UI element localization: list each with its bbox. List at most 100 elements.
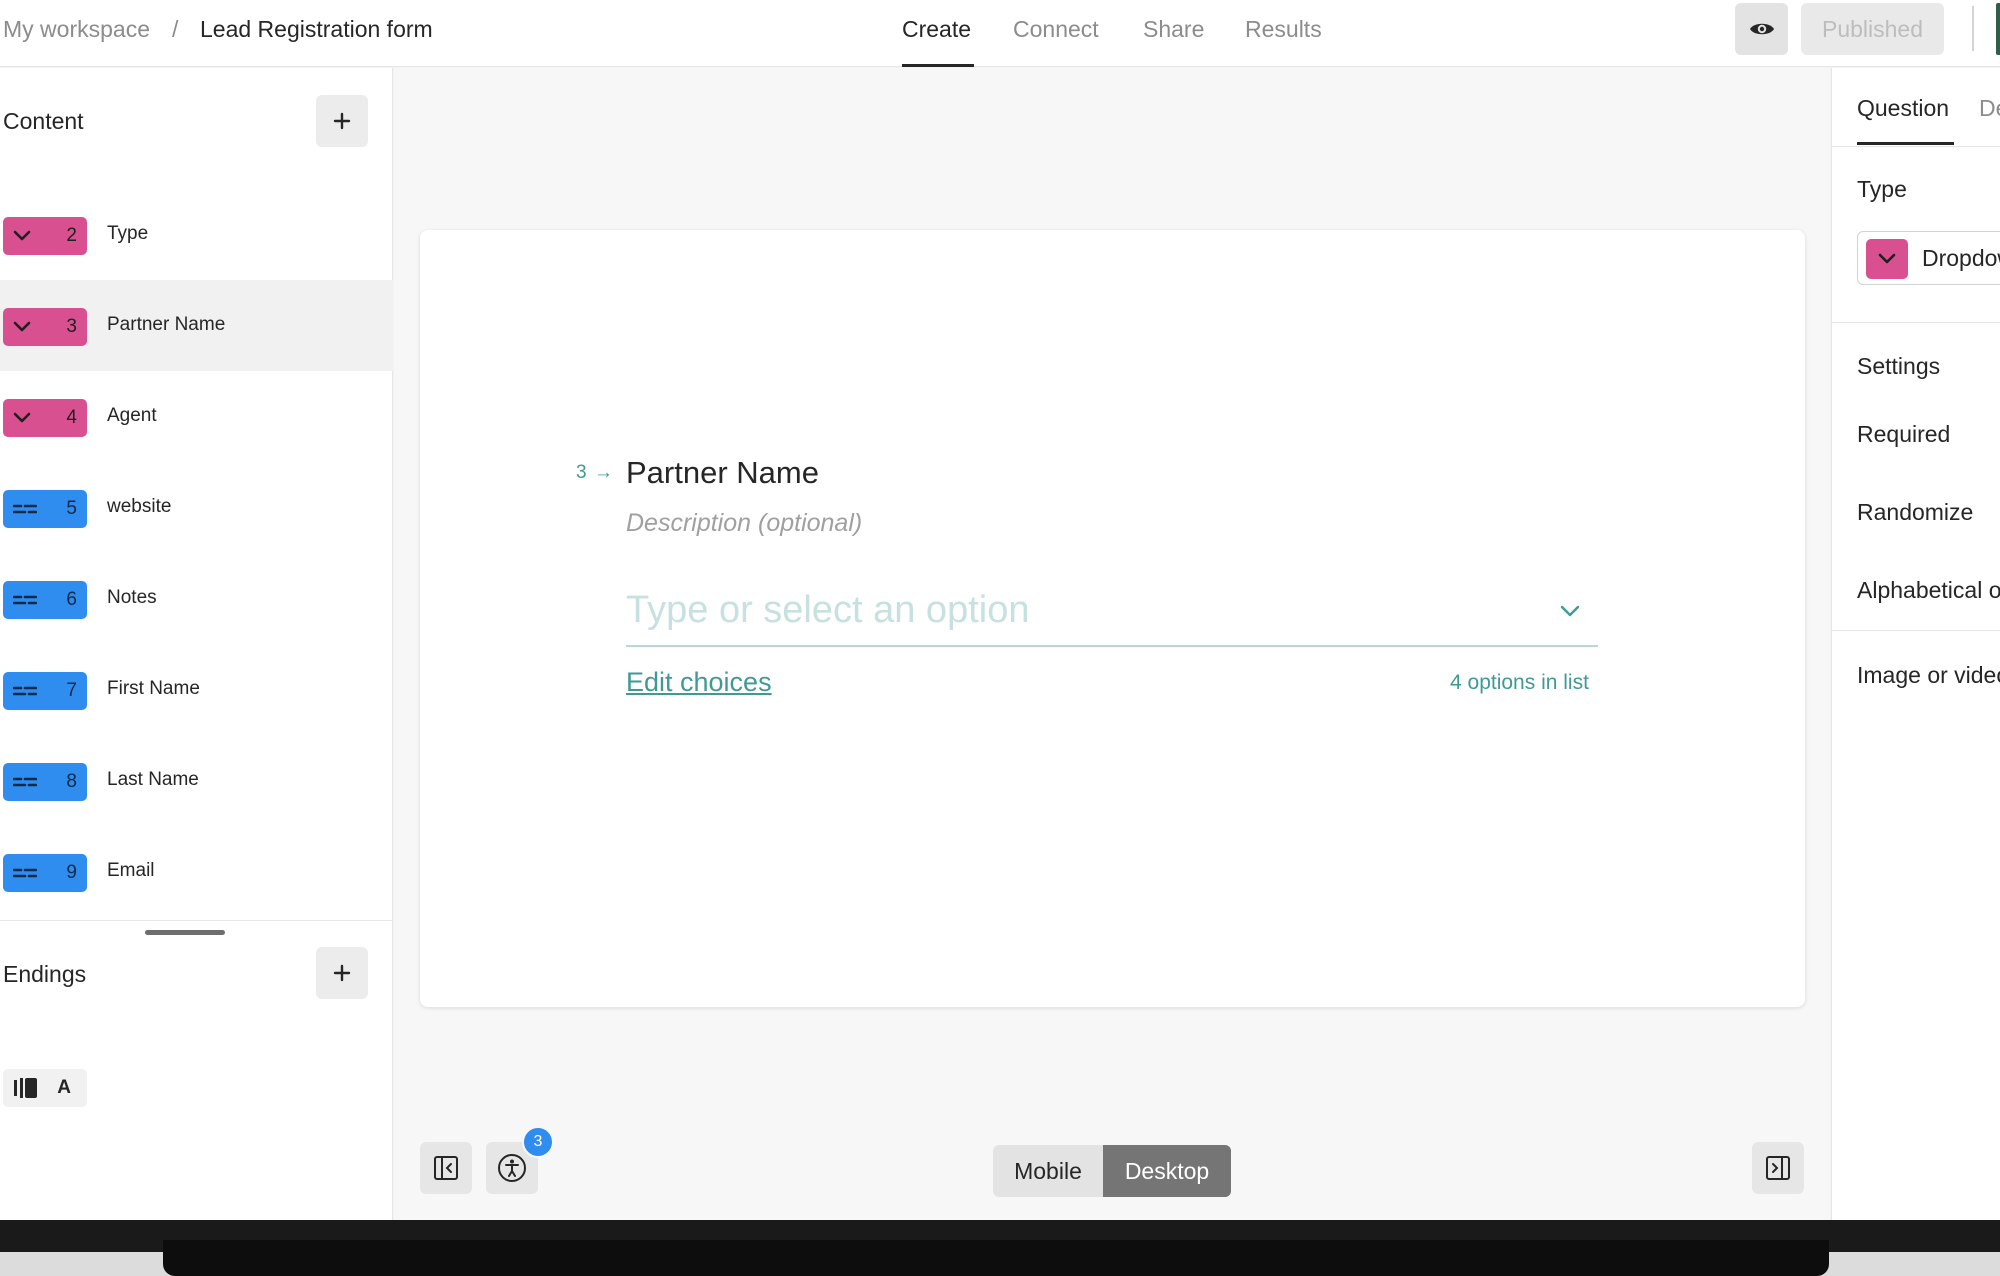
add-content-button[interactable] <box>316 95 368 147</box>
tab-create[interactable]: Create <box>902 16 971 43</box>
arrow-right-icon: → <box>594 462 613 483</box>
dropdown-chevron-icon <box>13 412 31 423</box>
published-button[interactable]: Published <box>1801 3 1944 55</box>
list-item[interactable]: 2 Type <box>0 189 393 280</box>
question-type-badge: 8 <box>3 763 87 801</box>
question-type-badge: 2 <box>3 217 87 255</box>
laptop-hinge <box>163 1240 1829 1276</box>
top-bar: My workspace / Lead Registration form Cr… <box>0 0 2000 67</box>
active-tab-indicator <box>1857 142 1954 145</box>
plus-icon <box>333 112 351 130</box>
dropdown-placeholder: Type or select an option <box>626 589 1030 631</box>
question-type-badge: 7 <box>3 672 87 710</box>
ending-item[interactable]: A <box>3 1069 87 1107</box>
question-number: 2 <box>66 225 77 246</box>
endings-title: Endings <box>3 961 87 987</box>
setting-alphabetical-order[interactable]: Alphabetical order <box>1857 577 2000 604</box>
toolbar-divider <box>1972 6 1974 51</box>
question-number: 9 <box>66 862 77 883</box>
dropdown-chevron-icon <box>13 321 31 332</box>
notification-badge: 3 <box>522 1126 554 1158</box>
add-ending-button[interactable] <box>316 947 368 999</box>
collapse-right-panel-button[interactable] <box>1752 1142 1804 1194</box>
question-label: Agent <box>107 405 157 426</box>
dropdown-answer-input[interactable]: Type or select an option <box>626 587 1598 647</box>
setting-randomize[interactable]: Randomize <box>1857 499 1973 526</box>
list-item[interactable]: 4 Agent <box>0 371 393 462</box>
tab-share[interactable]: Share <box>1143 16 1204 43</box>
list-item[interactable]: 6 Notes <box>0 553 393 644</box>
question-label: Type <box>107 223 149 244</box>
list-item[interactable]: 7 First Name <box>0 644 393 735</box>
panel-divider <box>1832 146 2000 147</box>
question-description[interactable]: Description (optional) <box>626 509 862 538</box>
question-number: 5 <box>66 498 77 519</box>
list-item[interactable]: 5 website <box>0 462 393 553</box>
tab-design[interactable]: Design <box>1979 95 2000 122</box>
question-type-badge: 3 <box>3 308 87 346</box>
question-number-indicator: 3 <box>576 462 587 483</box>
collapse-left-panel-button[interactable] <box>420 1142 472 1194</box>
panel-divider <box>1832 322 2000 323</box>
question-type-badge: 9 <box>3 854 87 892</box>
question-number: 8 <box>66 771 77 792</box>
preview-button[interactable] <box>1735 3 1788 55</box>
ending-screen-icon <box>14 1078 37 1098</box>
list-item[interactable]: 8 Last Name <box>0 735 393 826</box>
tab-results[interactable]: Results <box>1245 16 1322 43</box>
collapse-left-panel-icon <box>434 1156 458 1180</box>
question-label: Last Name <box>107 769 199 790</box>
question-settings-panel: Question Design Type Dropdown Settings R… <box>1831 68 2000 1220</box>
panel-divider <box>1832 630 2000 631</box>
short-text-icon <box>13 595 37 605</box>
question-label: website <box>107 496 172 517</box>
image-or-video-label[interactable]: Image or video <box>1857 662 2000 689</box>
edit-choices-link[interactable]: Edit choices <box>626 667 772 698</box>
dropdown-chevron-icon <box>1878 253 1896 264</box>
short-text-icon <box>13 686 37 696</box>
question-number: 3 <box>66 316 77 337</box>
question-label: Email <box>107 860 155 881</box>
short-text-icon <box>13 504 37 514</box>
question-number: 6 <box>66 589 77 610</box>
list-item[interactable]: 9 Email <box>0 826 393 917</box>
question-label: Notes <box>107 587 157 608</box>
sidebar-divider <box>0 920 393 921</box>
breadcrumb-separator: / <box>172 16 179 42</box>
question-type-select[interactable]: Dropdown <box>1857 231 2000 285</box>
account-button-edge[interactable] <box>1996 3 2000 55</box>
tab-connect[interactable]: Connect <box>1013 16 1099 43</box>
question-type-badge: 6 <box>3 581 87 619</box>
desktop-view-button[interactable]: Desktop <box>1103 1145 1231 1197</box>
mobile-view-button[interactable]: Mobile <box>993 1145 1103 1197</box>
short-text-icon <box>13 777 37 787</box>
content-title: Content <box>3 108 84 134</box>
resize-handle[interactable] <box>145 930 225 935</box>
question-label: Partner Name <box>107 314 226 335</box>
active-tab-indicator <box>902 64 974 67</box>
type-label: Type <box>1857 176 1907 202</box>
breadcrumb-workspace[interactable]: My workspace <box>3 16 150 43</box>
question-number: 4 <box>66 407 77 428</box>
question-type-badge <box>1866 239 1908 279</box>
collapse-right-panel-icon <box>1766 1156 1790 1180</box>
settings-label: Settings <box>1857 353 1941 379</box>
breadcrumb-form-name[interactable]: Lead Registration form <box>200 16 433 43</box>
tab-question[interactable]: Question <box>1857 95 1949 122</box>
chevron-down-icon[interactable] <box>1560 605 1580 617</box>
question-type-value: Dropdown <box>1922 245 2000 271</box>
question-type-badge: 5 <box>3 490 87 528</box>
question-title[interactable]: Partner Name <box>626 455 819 491</box>
content-sidebar: Content 2 Type 3 Partner Name 4 Agent 5 … <box>0 68 393 1220</box>
setting-required[interactable]: Required <box>1857 421 1950 448</box>
question-type-badge: 4 <box>3 399 87 437</box>
list-item[interactable]: 3 Partner Name <box>0 280 393 371</box>
eye-icon <box>1749 23 1774 35</box>
device-toggle: Mobile Desktop <box>993 1145 1231 1197</box>
short-text-icon <box>13 868 37 878</box>
question-label: First Name <box>107 678 200 699</box>
accessibility-icon <box>498 1154 526 1182</box>
ending-letter: A <box>57 1077 71 1098</box>
dropdown-chevron-icon <box>13 230 31 241</box>
options-count: 4 options in list <box>1450 671 1589 694</box>
